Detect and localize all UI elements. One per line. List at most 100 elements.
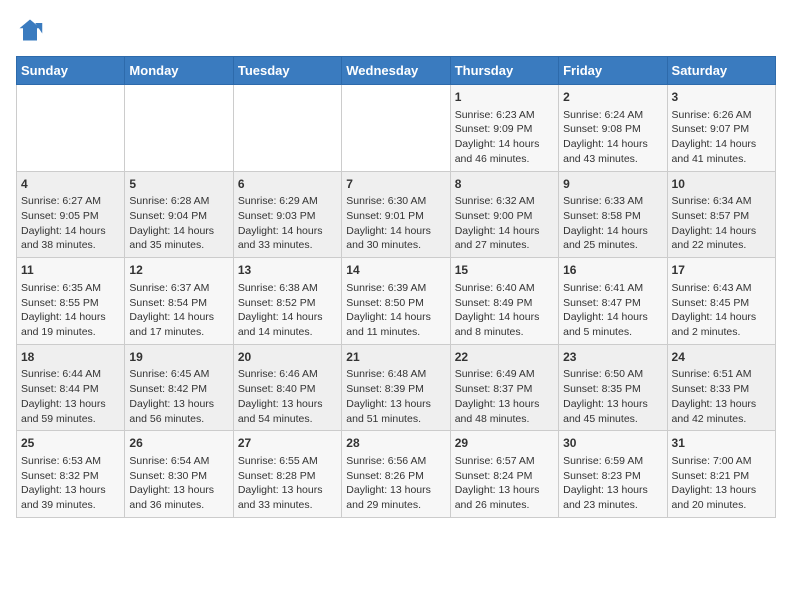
day-info: Sunrise: 6:39 AM — [346, 281, 445, 296]
day-info: Daylight: 13 hours and 26 minutes. — [455, 483, 554, 512]
calendar-week-row: 18Sunrise: 6:44 AMSunset: 8:44 PMDayligh… — [17, 344, 776, 431]
day-info: Sunrise: 6:34 AM — [672, 194, 771, 209]
day-info: Daylight: 13 hours and 36 minutes. — [129, 483, 228, 512]
calendar-cell: 28Sunrise: 6:56 AMSunset: 8:26 PMDayligh… — [342, 431, 450, 518]
day-info: Daylight: 14 hours and 8 minutes. — [455, 310, 554, 339]
day-info: Sunrise: 7:00 AM — [672, 454, 771, 469]
calendar-cell: 11Sunrise: 6:35 AMSunset: 8:55 PMDayligh… — [17, 258, 125, 345]
calendar-table: SundayMondayTuesdayWednesdayThursdayFrid… — [16, 56, 776, 518]
day-info: Sunrise: 6:33 AM — [563, 194, 662, 209]
day-info: Sunset: 8:50 PM — [346, 296, 445, 311]
calendar-week-row: 4Sunrise: 6:27 AMSunset: 9:05 PMDaylight… — [17, 171, 776, 258]
day-info: Daylight: 14 hours and 25 minutes. — [563, 224, 662, 253]
day-number: 13 — [238, 262, 337, 279]
day-info: Daylight: 14 hours and 27 minutes. — [455, 224, 554, 253]
calendar-cell: 27Sunrise: 6:55 AMSunset: 8:28 PMDayligh… — [233, 431, 341, 518]
logo-icon — [16, 16, 44, 44]
weekday-header: Thursday — [450, 57, 558, 85]
day-info: Daylight: 14 hours and 2 minutes. — [672, 310, 771, 339]
calendar-cell — [342, 85, 450, 172]
calendar-cell: 1Sunrise: 6:23 AMSunset: 9:09 PMDaylight… — [450, 85, 558, 172]
day-number: 17 — [672, 262, 771, 279]
day-info: Sunrise: 6:56 AM — [346, 454, 445, 469]
day-info: Daylight: 14 hours and 5 minutes. — [563, 310, 662, 339]
day-info: Sunrise: 6:28 AM — [129, 194, 228, 209]
day-info: Sunset: 9:05 PM — [21, 209, 120, 224]
weekday-header: Monday — [125, 57, 233, 85]
day-info: Daylight: 14 hours and 41 minutes. — [672, 137, 771, 166]
day-info: Sunrise: 6:26 AM — [672, 108, 771, 123]
day-info: Sunset: 8:23 PM — [563, 469, 662, 484]
day-number: 20 — [238, 349, 337, 366]
day-number: 10 — [672, 176, 771, 193]
calendar-cell: 13Sunrise: 6:38 AMSunset: 8:52 PMDayligh… — [233, 258, 341, 345]
day-info: Daylight: 13 hours and 42 minutes. — [672, 397, 771, 426]
day-number: 23 — [563, 349, 662, 366]
day-info: Sunrise: 6:41 AM — [563, 281, 662, 296]
calendar-week-row: 25Sunrise: 6:53 AMSunset: 8:32 PMDayligh… — [17, 431, 776, 518]
day-info: Sunset: 9:01 PM — [346, 209, 445, 224]
calendar-cell: 6Sunrise: 6:29 AMSunset: 9:03 PMDaylight… — [233, 171, 341, 258]
calendar-cell: 19Sunrise: 6:45 AMSunset: 8:42 PMDayligh… — [125, 344, 233, 431]
day-info: Sunrise: 6:50 AM — [563, 367, 662, 382]
day-number: 1 — [455, 89, 554, 106]
day-number: 4 — [21, 176, 120, 193]
day-info: Sunrise: 6:54 AM — [129, 454, 228, 469]
day-info: Daylight: 13 hours and 39 minutes. — [21, 483, 120, 512]
calendar-cell: 18Sunrise: 6:44 AMSunset: 8:44 PMDayligh… — [17, 344, 125, 431]
day-number: 29 — [455, 435, 554, 452]
day-number: 16 — [563, 262, 662, 279]
weekday-header: Sunday — [17, 57, 125, 85]
day-info: Daylight: 13 hours and 33 minutes. — [238, 483, 337, 512]
day-info: Sunrise: 6:32 AM — [455, 194, 554, 209]
day-info: Sunrise: 6:51 AM — [672, 367, 771, 382]
calendar-cell: 21Sunrise: 6:48 AMSunset: 8:39 PMDayligh… — [342, 344, 450, 431]
day-info: Sunrise: 6:40 AM — [455, 281, 554, 296]
day-info: Sunset: 9:04 PM — [129, 209, 228, 224]
day-info: Sunrise: 6:48 AM — [346, 367, 445, 382]
calendar-cell: 9Sunrise: 6:33 AMSunset: 8:58 PMDaylight… — [559, 171, 667, 258]
weekday-header: Wednesday — [342, 57, 450, 85]
day-info: Sunset: 8:39 PM — [346, 382, 445, 397]
day-number: 7 — [346, 176, 445, 193]
day-info: Daylight: 14 hours and 38 minutes. — [21, 224, 120, 253]
day-info: Sunrise: 6:55 AM — [238, 454, 337, 469]
day-info: Daylight: 14 hours and 35 minutes. — [129, 224, 228, 253]
day-number: 26 — [129, 435, 228, 452]
calendar-cell: 31Sunrise: 7:00 AMSunset: 8:21 PMDayligh… — [667, 431, 775, 518]
day-number: 31 — [672, 435, 771, 452]
logo — [16, 16, 48, 44]
day-number: 3 — [672, 89, 771, 106]
day-info: Daylight: 13 hours and 29 minutes. — [346, 483, 445, 512]
calendar-cell: 22Sunrise: 6:49 AMSunset: 8:37 PMDayligh… — [450, 344, 558, 431]
page-header — [16, 16, 776, 44]
day-number: 5 — [129, 176, 228, 193]
day-number: 25 — [21, 435, 120, 452]
day-info: Sunset: 8:54 PM — [129, 296, 228, 311]
day-info: Sunset: 8:42 PM — [129, 382, 228, 397]
day-info: Sunrise: 6:53 AM — [21, 454, 120, 469]
calendar-cell: 23Sunrise: 6:50 AMSunset: 8:35 PMDayligh… — [559, 344, 667, 431]
day-number: 12 — [129, 262, 228, 279]
day-info: Daylight: 13 hours and 54 minutes. — [238, 397, 337, 426]
calendar-cell: 17Sunrise: 6:43 AMSunset: 8:45 PMDayligh… — [667, 258, 775, 345]
calendar-header-row: SundayMondayTuesdayWednesdayThursdayFrid… — [17, 57, 776, 85]
weekday-header: Tuesday — [233, 57, 341, 85]
day-info: Sunrise: 6:27 AM — [21, 194, 120, 209]
calendar-week-row: 11Sunrise: 6:35 AMSunset: 8:55 PMDayligh… — [17, 258, 776, 345]
day-info: Sunrise: 6:30 AM — [346, 194, 445, 209]
calendar-cell: 26Sunrise: 6:54 AMSunset: 8:30 PMDayligh… — [125, 431, 233, 518]
day-info: Daylight: 14 hours and 33 minutes. — [238, 224, 337, 253]
day-info: Sunrise: 6:37 AM — [129, 281, 228, 296]
calendar-cell — [233, 85, 341, 172]
day-info: Sunset: 8:47 PM — [563, 296, 662, 311]
day-info: Daylight: 13 hours and 59 minutes. — [21, 397, 120, 426]
weekday-header: Saturday — [667, 57, 775, 85]
calendar-cell: 14Sunrise: 6:39 AMSunset: 8:50 PMDayligh… — [342, 258, 450, 345]
day-number: 18 — [21, 349, 120, 366]
day-info: Sunset: 8:58 PM — [563, 209, 662, 224]
day-info: Sunset: 8:35 PM — [563, 382, 662, 397]
day-info: Sunrise: 6:45 AM — [129, 367, 228, 382]
calendar-cell: 8Sunrise: 6:32 AMSunset: 9:00 PMDaylight… — [450, 171, 558, 258]
day-number: 6 — [238, 176, 337, 193]
